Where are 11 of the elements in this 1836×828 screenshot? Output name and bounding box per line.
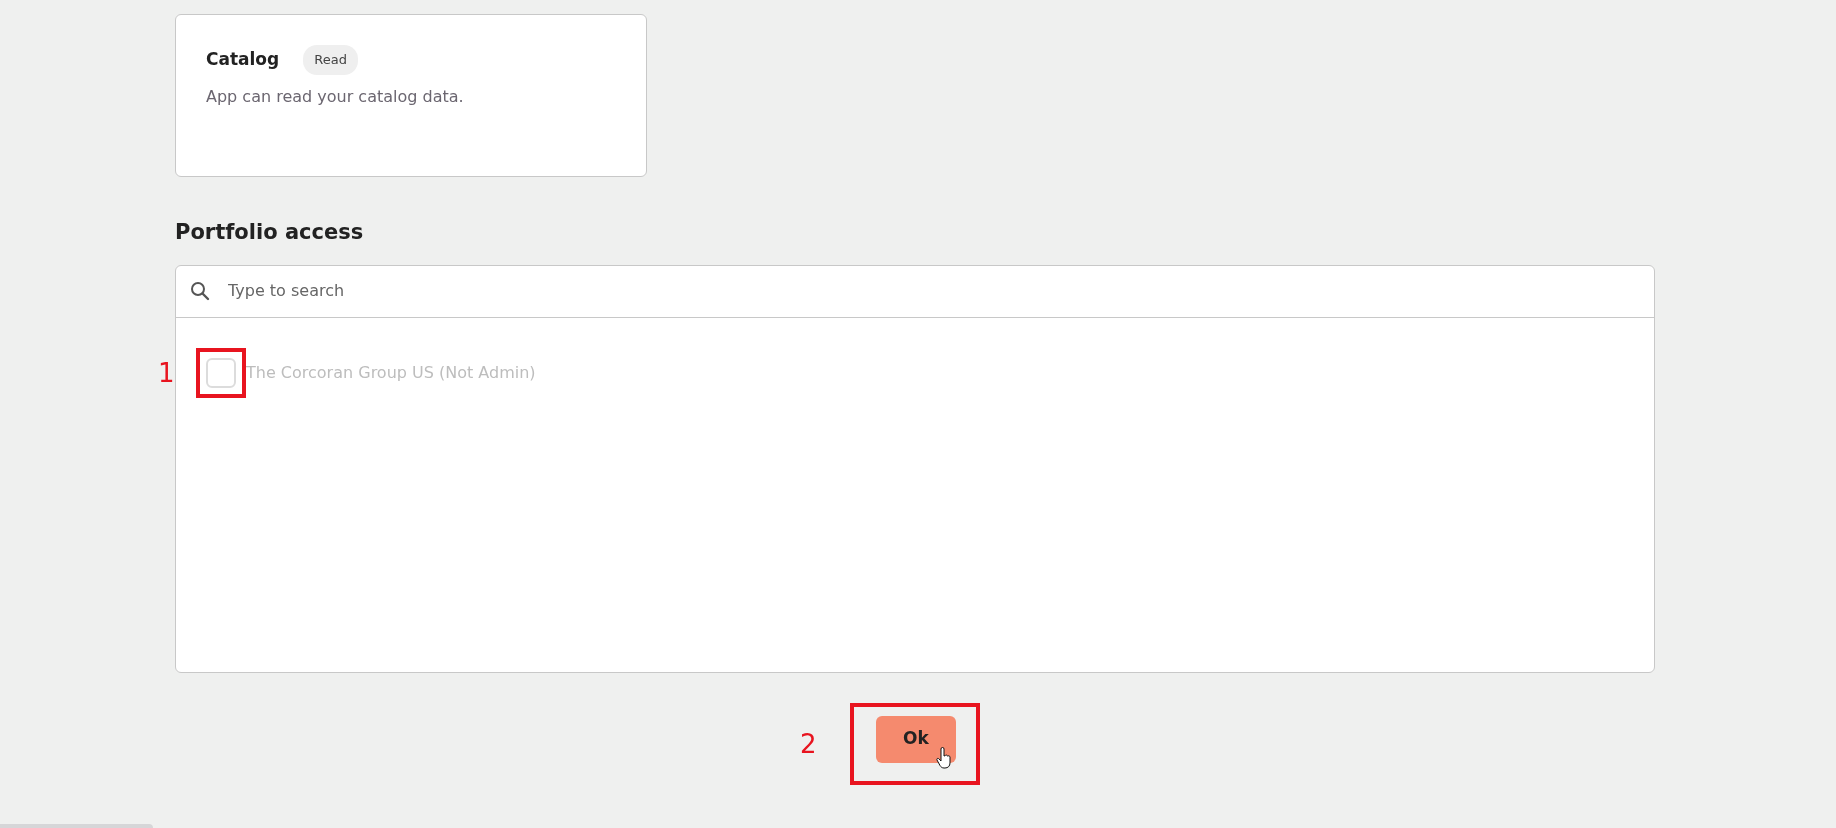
- ok-button[interactable]: Ok: [876, 715, 956, 763]
- step-number: 1: [158, 359, 175, 386]
- step-number: 2: [800, 730, 817, 757]
- permission-title: Catalog: [206, 48, 280, 71]
- search-field[interactable]: Type to search: [226, 278, 1640, 304]
- hand-cursor-icon: [936, 746, 952, 769]
- portfolio-label: The Corcoran Group US (Not Admin): [246, 361, 536, 384]
- section-title: Portfolio access: [175, 219, 365, 246]
- access-badge: Read: [303, 45, 358, 75]
- search-icon: [190, 281, 210, 301]
- permission-description: App can read your catalog data.: [206, 85, 465, 108]
